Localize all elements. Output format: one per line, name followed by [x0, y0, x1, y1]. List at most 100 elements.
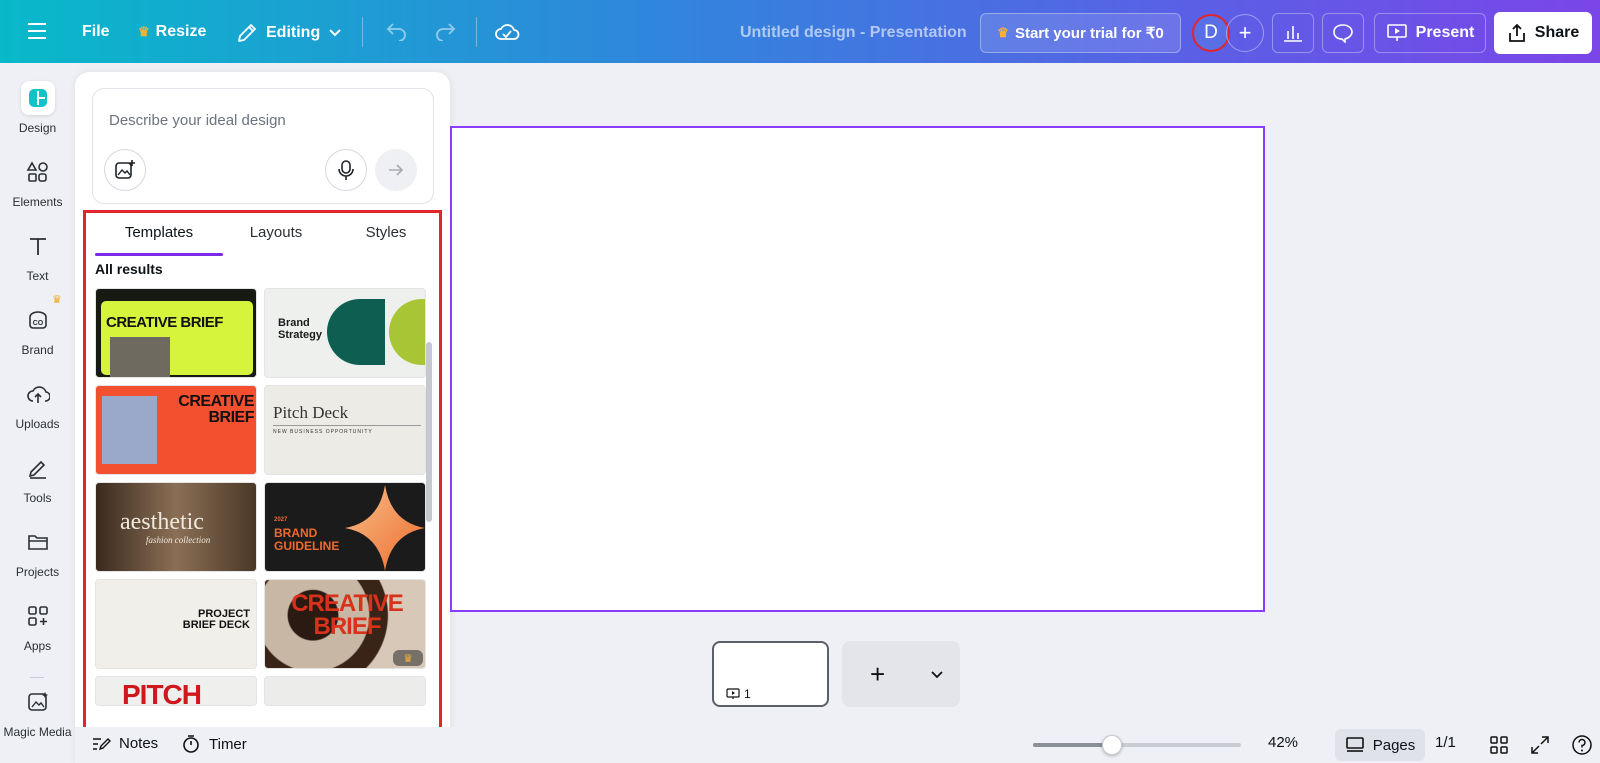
toolbar-divider: [476, 17, 477, 47]
present-button[interactable]: Present: [1374, 13, 1486, 53]
template-card[interactable]: CREATIVE BRIEF: [95, 385, 257, 475]
template-card[interactable]: CREATIVE BRIEF: [95, 288, 257, 378]
bottom-bar: Notes Timer 42% Pages 1/1: [75, 727, 1600, 763]
invite-plus-icon[interactable]: +: [1226, 14, 1264, 52]
notes-icon: [93, 738, 111, 751]
redo-icon[interactable]: [434, 21, 456, 41]
cloud-saved-icon[interactable]: [494, 21, 520, 43]
editing-label: Editing: [266, 24, 321, 41]
panel-scrollbar[interactable]: [426, 342, 432, 522]
zoom-slider-handle[interactable]: [1101, 735, 1122, 755]
magic-media-icon: [21, 685, 55, 719]
template-card[interactable]: Pitch Deck NEW BUSINESS OPPORTUNITY: [264, 385, 426, 475]
hamburger-icon[interactable]: [28, 22, 48, 40]
template-title: CREATIVE BRIEF: [178, 393, 254, 426]
tab-templates[interactable]: Templates: [95, 224, 223, 241]
template-title: PROJECT BRIEF DECK: [182, 608, 250, 631]
apps-icon: [21, 599, 55, 633]
timer-label: Timer: [209, 735, 247, 753]
template-card[interactable]: PITCH: [95, 676, 257, 706]
grid-view-icon[interactable]: [1489, 735, 1509, 755]
template-subtitle: fashion collection: [146, 535, 211, 545]
elements-icon: [21, 155, 55, 189]
page-count: 1/1: [1435, 734, 1456, 751]
template-photo: [110, 337, 170, 377]
template-title: aesthetic: [120, 509, 204, 535]
template-shape: [389, 299, 425, 365]
template-card[interactable]: CREATIVE BRIEF ♛: [264, 579, 426, 669]
start-trial-button[interactable]: ♛ Start your trial for ₹0: [980, 13, 1181, 53]
pencil-icon: [238, 24, 256, 42]
ai-prompt-box: [92, 88, 434, 204]
arrow-right-icon: [389, 164, 404, 176]
microphone-icon: [338, 160, 354, 180]
active-tab-indicator: [95, 253, 223, 256]
add-page-group: +: [842, 641, 960, 707]
notes-button[interactable]: Notes: [91, 734, 158, 752]
rail-label: Brand: [21, 343, 54, 357]
tab-layouts[interactable]: Layouts: [235, 224, 317, 241]
design-prompt-input[interactable]: [109, 109, 409, 131]
rail-item-design[interactable]: Design: [0, 81, 75, 135]
timer-button[interactable]: Timer: [181, 734, 247, 754]
tools-icon: [21, 451, 55, 485]
template-title: PITCH: [122, 679, 202, 706]
page-thumbnail[interactable]: 1: [712, 641, 829, 707]
rail-label: Projects: [15, 565, 60, 579]
template-card[interactable]: Brand Strategy: [264, 288, 426, 378]
template-card[interactable]: 2027 BRAND GUIDELINE: [264, 482, 426, 572]
projects-icon: [21, 525, 55, 559]
template-card[interactable]: aesthetic fashion collection: [95, 482, 257, 572]
chevron-down-icon[interactable]: [930, 670, 944, 680]
template-subtitle: NEW BUSINESS OPPORTUNITY: [273, 429, 373, 435]
rail-item-text[interactable]: Text: [0, 229, 75, 283]
results-highlight-frame: Templates Layouts Styles All results CRE…: [83, 210, 442, 732]
page-number-text: 1: [744, 687, 751, 701]
share-label: Share: [1534, 24, 1580, 41]
zoom-percent[interactable]: 42%: [1268, 734, 1298, 751]
design-canvas[interactable]: [450, 126, 1265, 612]
document-title[interactable]: Untitled design - Presentation: [740, 24, 967, 42]
add-image-button[interactable]: [104, 149, 146, 191]
notes-label: Notes: [119, 734, 159, 752]
trial-label: Start your trial for ₹0: [1014, 25, 1164, 42]
comment-icon[interactable]: [1322, 13, 1364, 53]
rail-item-tools[interactable]: Tools: [0, 451, 75, 505]
undo-icon[interactable]: [386, 21, 408, 41]
resize-label: Resize: [155, 23, 207, 40]
present-icon: [726, 688, 740, 699]
template-title: Brand Strategy: [278, 317, 323, 341]
template-shape: [327, 299, 385, 365]
rail-item-brand[interactable]: CO Brand: [0, 303, 75, 357]
rail-item-apps[interactable]: Apps: [0, 599, 75, 653]
rail-item-projects[interactable]: Projects: [0, 525, 75, 579]
premium-crown-icon: ♛: [393, 650, 423, 666]
design-icon: [20, 81, 55, 115]
voice-input-button[interactable]: [325, 149, 367, 191]
editing-mode-button[interactable]: Editing: [236, 22, 342, 44]
rail-label: Design: [18, 121, 57, 135]
add-page-plus-icon[interactable]: +: [870, 661, 885, 687]
user-avatar[interactable]: D: [1192, 14, 1230, 52]
analytics-icon[interactable]: [1272, 13, 1314, 53]
zoom-slider-fill: [1033, 743, 1112, 747]
file-menu-button[interactable]: File: [82, 23, 110, 41]
help-icon[interactable]: [1571, 734, 1593, 756]
rail-item-magic-media[interactable]: Magic Media: [0, 685, 75, 739]
rail-item-uploads[interactable]: Uploads: [0, 377, 75, 431]
image-plus-icon: [115, 160, 135, 179]
template-card[interactable]: [264, 676, 426, 706]
uploads-icon: [21, 377, 55, 411]
submit-prompt-button[interactable]: [375, 149, 417, 191]
pages-button[interactable]: Pages: [1335, 729, 1425, 761]
top-toolbar: File ♛ Resize Editing Untitled design - …: [0, 0, 1600, 63]
toolbar-divider: [362, 17, 363, 47]
share-button[interactable]: Share: [1494, 12, 1592, 54]
template-card[interactable]: PROJECT BRIEF DECK: [95, 579, 257, 669]
page-number: 1: [726, 687, 751, 701]
fullscreen-icon[interactable]: [1530, 735, 1550, 755]
resize-button[interactable]: ♛ Resize: [138, 23, 206, 41]
crown-icon: ♛: [138, 24, 150, 39]
tab-styles[interactable]: Styles: [347, 224, 425, 241]
rail-item-elements[interactable]: Elements: [0, 155, 75, 209]
